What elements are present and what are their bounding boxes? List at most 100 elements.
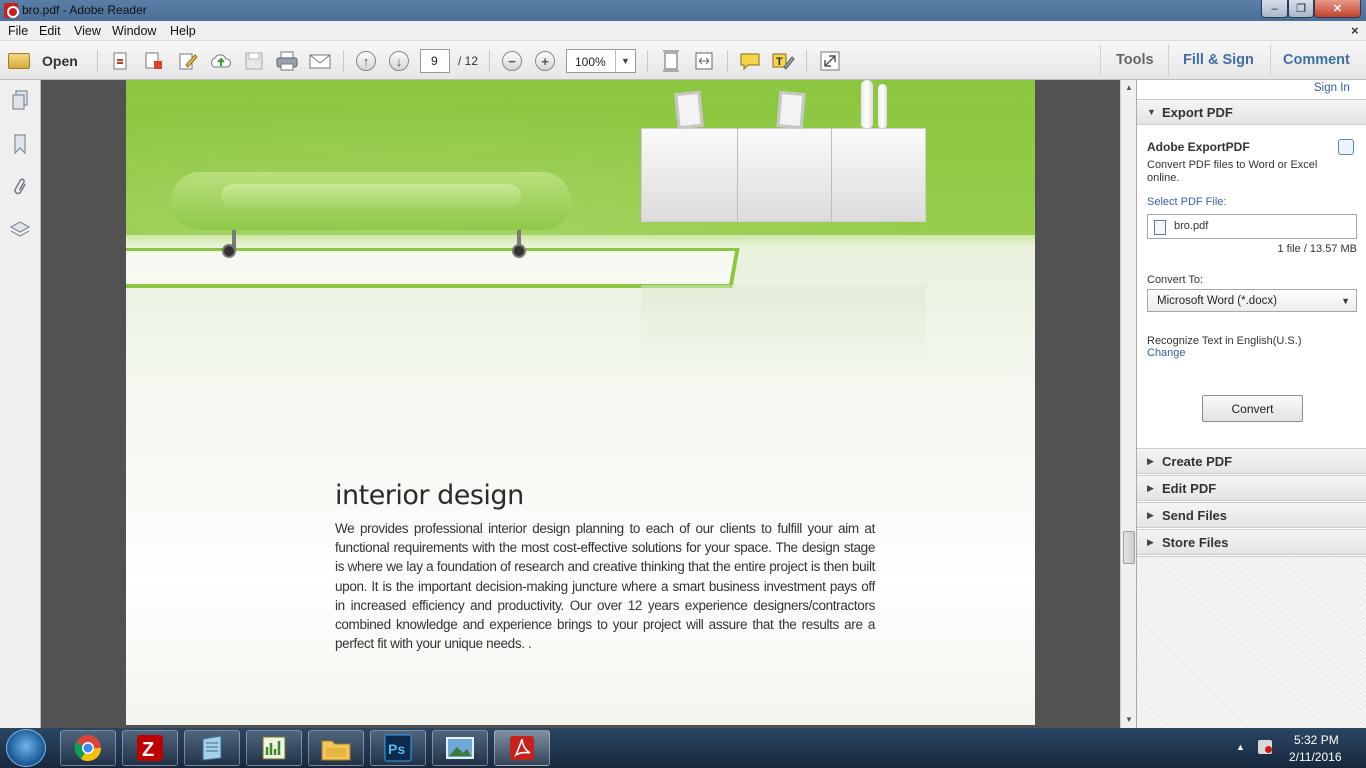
zoom-in-icon[interactable]: + — [533, 49, 557, 73]
zoom-out-icon[interactable]: − — [500, 49, 524, 73]
page-image-baseboard — [126, 235, 1035, 249]
tab-fill-sign[interactable]: Fill & Sign — [1183, 52, 1254, 68]
attachments-icon[interactable] — [9, 175, 31, 199]
filezilla-icon[interactable]: Z — [122, 730, 178, 766]
chevron-down-icon[interactable]: ▼ — [615, 50, 635, 72]
show-hidden-icons-icon[interactable]: ▲ — [1236, 742, 1245, 752]
export-service-icon[interactable] — [1338, 139, 1354, 155]
recognize-text-label: Recognize Text in English(U.S.) — [1147, 335, 1302, 347]
section-create-pdf[interactable]: ▶ Create PDF — [1137, 448, 1366, 474]
scroll-down-icon[interactable]: ▼ — [1125, 715, 1133, 724]
next-page-icon[interactable]: ↓ — [387, 49, 411, 73]
notepad-icon[interactable] — [184, 730, 240, 766]
file-size-info: 1 file / 13.57 MB — [1277, 243, 1358, 255]
fit-page-icon[interactable] — [659, 49, 683, 73]
adobe-reader-app-icon — [4, 3, 19, 18]
minimize-button[interactable]: ‒ — [1261, 0, 1288, 18]
menu-file[interactable]: File — [8, 24, 28, 38]
section-label: Edit PDF — [1162, 481, 1217, 496]
toolbar-separator — [343, 50, 344, 72]
full-screen-icon[interactable] — [818, 49, 842, 73]
chart-tool-icon[interactable] — [246, 730, 302, 766]
convert-to-select[interactable]: Microsoft Word (*.docx) ▼ — [1147, 289, 1357, 312]
collapsed-arrow-icon: ▶ — [1147, 483, 1154, 493]
convert-button[interactable]: Convert — [1202, 395, 1303, 422]
menu-help[interactable]: Help — [170, 24, 196, 38]
expanded-arrow-icon: ▼ — [1147, 107, 1156, 117]
toolbar-separator — [1100, 45, 1101, 76]
combine-files-icon[interactable] — [142, 49, 166, 73]
toolbar-separator — [806, 50, 807, 72]
change-language-link[interactable]: Change — [1147, 347, 1186, 359]
folder-icon — [8, 53, 30, 69]
section-send-files[interactable]: ▶ Send Files — [1137, 502, 1366, 528]
tab-comment[interactable]: Comment — [1283, 52, 1350, 68]
export-pdf-description: Convert PDF files to Word or Excel onlin… — [1147, 159, 1318, 184]
taskbar: Z Ps ▲ 5:32 PM 2/11/2016 — [0, 728, 1366, 768]
close-button[interactable]: ✕ — [1314, 0, 1361, 18]
save-icon[interactable] — [242, 49, 266, 73]
toolbar-separator — [1270, 45, 1271, 76]
page-total: / 12 — [458, 54, 479, 68]
print-icon[interactable] — [275, 49, 299, 73]
cabinet-divider — [831, 128, 832, 222]
vase — [861, 80, 873, 128]
pdf-file-icon — [1154, 220, 1166, 235]
toolbar-separator — [97, 50, 98, 72]
toolbar-separator — [489, 50, 490, 72]
main-toolbar: Open ↑ ↓ 9 / 12 − + 100% ▼ T Tools Fill … — [0, 41, 1366, 80]
menu-edit[interactable]: Edit — [39, 24, 61, 38]
section-store-files[interactable]: ▶ Store Files — [1137, 529, 1366, 555]
section-edit-pdf[interactable]: ▶ Edit PDF — [1137, 475, 1366, 501]
chrome-icon[interactable] — [60, 730, 116, 766]
sign-in-link[interactable]: Sign In — [1314, 82, 1350, 94]
file-explorer-icon[interactable] — [308, 730, 364, 766]
section-export-pdf[interactable]: ▼ Export PDF — [1137, 99, 1366, 125]
maximize-button[interactable]: ❐ — [1288, 0, 1314, 18]
clock-time[interactable]: 5:32 PM — [1294, 733, 1339, 747]
highlight-text-icon[interactable]: T — [771, 49, 795, 73]
cabinet-divider — [737, 128, 738, 222]
vertical-scrollbar[interactable]: ▲ ▼ — [1120, 80, 1136, 728]
toolbar-separator — [1168, 45, 1169, 76]
bookmarks-icon[interactable] — [9, 132, 31, 156]
edit-pdf-icon[interactable] — [176, 49, 200, 73]
start-button[interactable] — [6, 729, 46, 767]
tools-pane: Sign In ▼ Export PDF Adobe ExportPDF Con… — [1136, 80, 1366, 728]
picture-frame — [776, 90, 806, 130]
sofa-wheel — [512, 244, 526, 258]
photoshop-icon[interactable]: Ps — [370, 730, 426, 766]
navigation-pane — [0, 80, 41, 728]
zoom-level-select[interactable]: 100% ▼ — [566, 49, 636, 73]
clock-date[interactable]: 2/11/2016 — [1289, 750, 1342, 764]
fit-width-icon[interactable] — [692, 49, 716, 73]
page-thumbnails-icon[interactable] — [9, 88, 31, 112]
svg-text:Ps: Ps — [388, 741, 405, 757]
page-image-reflection — [641, 285, 926, 375]
previous-page-icon[interactable]: ↑ — [354, 49, 378, 73]
section-label: Send Files — [1162, 508, 1228, 523]
photo-viewer-icon[interactable] — [432, 730, 488, 766]
window-title: bro.pdf - Adobe Reader — [22, 3, 147, 17]
action-center-flag-icon[interactable] — [1258, 740, 1272, 754]
toolbar-separator — [727, 50, 728, 72]
scrollbar-thumb[interactable] — [1123, 531, 1135, 564]
layers-icon[interactable] — [9, 218, 31, 242]
menu-view[interactable]: View — [74, 24, 101, 38]
selected-file-field[interactable]: bro.pdf — [1147, 214, 1357, 239]
document-view[interactable]: interior design We provides professional… — [41, 80, 1120, 728]
section-label: Create PDF — [1162, 454, 1233, 469]
open-label: Open — [42, 53, 78, 69]
collapsed-arrow-icon: ▶ — [1147, 456, 1154, 466]
menu-window[interactable]: Window — [112, 24, 156, 38]
scroll-up-icon[interactable]: ▲ — [1125, 83, 1133, 92]
adobe-reader-icon[interactable] — [494, 730, 550, 766]
document-close-button[interactable]: × — [1351, 23, 1359, 38]
upload-cloud-icon[interactable] — [209, 49, 233, 73]
email-icon[interactable] — [308, 49, 332, 73]
sticky-note-icon[interactable] — [738, 49, 762, 73]
tab-tools[interactable]: Tools — [1116, 52, 1154, 68]
open-button[interactable]: Open — [8, 49, 88, 73]
create-pdf-icon[interactable] — [109, 49, 133, 73]
page-number-input[interactable]: 9 — [420, 49, 450, 73]
